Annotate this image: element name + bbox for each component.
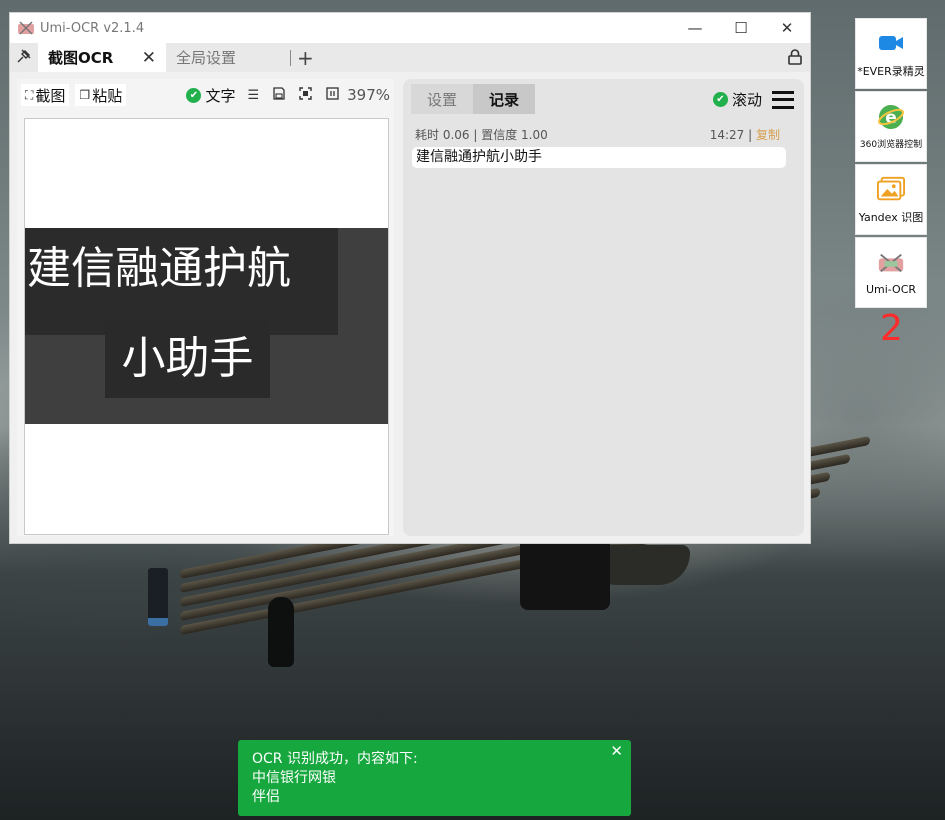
desktop-icon-ever-recorder[interactable]: *EVER录精灵 (855, 18, 927, 89)
window-title: Umi-OCR v2.1.4 (40, 20, 145, 36)
tab-content: ⛶ 截图 ❐ 粘贴 ✔ 文字 ☰ 397% 建信融通护航 小助手 设置 记录 ✔… (10, 72, 810, 543)
record-stats: 耗时 0.06 | 置信度 1.00 (415, 128, 548, 142)
browser-icon: e (877, 103, 905, 131)
minimize-button[interactable]: — (672, 13, 718, 43)
tab-global-settings[interactable]: 全局设置 (166, 49, 291, 66)
pin-icon[interactable] (10, 49, 38, 67)
maximize-button[interactable]: ☐ (718, 13, 764, 43)
tab-close-icon[interactable]: ✕ (142, 48, 156, 68)
tab-settings[interactable]: 设置 (411, 84, 474, 114)
record-meta: 耗时 0.06 | 置信度 1.00 14:27 | 复制 (403, 126, 804, 142)
scroll-toggle-check-icon[interactable]: ✔ (712, 92, 728, 107)
screenshot-preview[interactable]: 建信融通护航 小助手 (24, 118, 389, 535)
confidence: 置信度 1.00 (481, 128, 548, 142)
scroll-toggle-label[interactable]: 滚动 (732, 89, 762, 110)
lock-icon[interactable] (788, 49, 802, 65)
record-text[interactable]: 建信融通护航小助手 (412, 147, 786, 168)
toast-close-icon[interactable]: ✕ (610, 742, 623, 761)
copy-link[interactable]: 复制 (756, 128, 780, 142)
captured-text-line-1: 建信融通护航 (25, 228, 338, 335)
toast-line-1: 中信银行网银 (252, 770, 336, 786)
screenshot-button[interactable]: ⛶ 截图 (21, 84, 70, 106)
record-right: 14:27 | 复制 (709, 128, 780, 142)
tab-records[interactable]: 记录 (473, 84, 536, 114)
tab-screenshot-ocr[interactable]: 截图OCR ✕ (38, 43, 166, 72)
desktop-icon-360-browser[interactable]: e 360浏览器控制 (855, 91, 927, 162)
captured-image: 建信融通护航 小助手 (25, 228, 388, 424)
time-cost: 耗时 0.06 (415, 128, 470, 142)
title-bar[interactable]: Umi-OCR v2.1.4 — ☐ ✕ (10, 13, 810, 43)
umi-ocr-icon (877, 249, 905, 277)
close-button[interactable]: ✕ (764, 13, 810, 43)
camera-icon (877, 29, 905, 57)
paste-button[interactable]: ❐ 粘贴 (75, 84, 127, 106)
desktop-icon-yandex-image-search[interactable]: Yandex 识图 (855, 164, 927, 235)
umi-ocr-window: Umi-OCR v2.1.4 — ☐ ✕ 截图OCR ✕ 全局设置 + ⛶ 截图 (10, 13, 810, 543)
app-logo-icon (18, 20, 34, 36)
image-preview-panel: ⛶ 截图 ❐ 粘贴 ✔ 文字 ☰ 397% 建信融通护航 小助手 (17, 79, 394, 536)
zoom-level[interactable]: 397% (347, 86, 390, 104)
ocr-notification-toast[interactable]: ✕ OCR 识别成功，内容如下: 中信银行网银 伴侣 (238, 740, 631, 816)
tab-bar: 截图OCR ✕ 全局设置 + (10, 43, 810, 72)
save-icon[interactable] (273, 86, 285, 104)
results-header: 设置 记录 ✔ 滚动 (403, 79, 804, 119)
results-panel: 设置 记录 ✔ 滚动 耗时 0.06 | 置信度 1.00 14:27 | 复制… (403, 79, 804, 536)
list-icon[interactable]: ☰ (247, 88, 259, 103)
text-toggle-check-icon[interactable]: ✔ (186, 87, 202, 103)
desktop-icon-umi-ocr[interactable]: Umi-OCR (855, 237, 927, 308)
actual-size-icon[interactable] (326, 86, 339, 104)
screenshot-icon: ⛶ (25, 87, 34, 102)
captured-text-line-2: 小助手 (105, 320, 270, 398)
fit-screen-icon[interactable] (299, 86, 312, 104)
record-time: 14:27 (709, 128, 745, 142)
desktop-shortcuts: *EVER录精灵 e 360浏览器控制 Yandex 识图 Umi-OCR (855, 18, 927, 310)
text-toggle-label[interactable]: 文字 (205, 85, 235, 106)
image-icon (877, 175, 905, 203)
add-tab-button[interactable]: + (297, 48, 314, 68)
lantern (148, 568, 168, 626)
menu-icon[interactable] (772, 90, 794, 109)
annotation-two: 2 (880, 308, 903, 349)
cormorant-silhouette (268, 597, 294, 667)
preview-toolbar: ⛶ 截图 ❐ 粘贴 ✔ 文字 ☰ 397% (17, 79, 394, 111)
toast-title: OCR 识别成功，内容如下: (252, 751, 418, 767)
clipboard-icon: ❐ (79, 88, 91, 102)
toast-line-2: 伴侣 (252, 789, 280, 805)
